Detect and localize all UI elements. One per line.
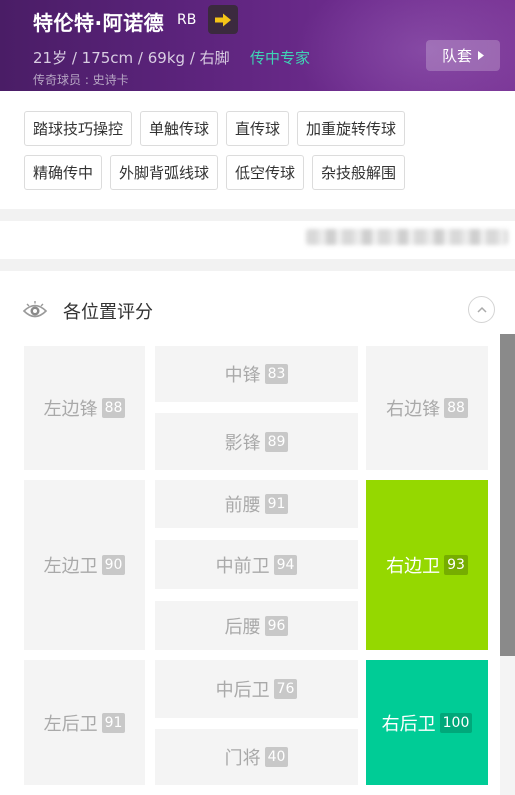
position-name: 中锋 <box>224 365 261 386</box>
skill-tag[interactable]: 低空传球 <box>226 155 305 190</box>
skill-tag[interactable]: 踏球技巧操控 <box>24 111 133 146</box>
position-name: 中后卫 <box>215 680 270 701</box>
position-score: 76 <box>273 679 298 699</box>
position-name: 右边卫 <box>386 556 441 577</box>
position-card-lw[interactable]: 左边锋 88 <box>24 346 145 470</box>
position-card-gk[interactable]: 门将 40 <box>155 729 358 785</box>
position-name: 中前卫 <box>215 555 270 577</box>
position-card-cb[interactable]: 中后卫 76 <box>155 660 358 718</box>
position-score: 93 <box>444 555 468 575</box>
position-score: 83 <box>264 364 289 384</box>
position-score: 88 <box>101 398 126 418</box>
section-divider <box>0 259 515 271</box>
position-name: 右边锋 <box>386 399 441 420</box>
position-card-rw[interactable]: 右边锋 88 <box>366 346 488 470</box>
position-card-st[interactable]: 中锋 83 <box>155 346 358 402</box>
skill-tag[interactable]: 杂技般解围 <box>312 155 406 190</box>
ratings-title: 各位置评分 <box>63 302 153 323</box>
position-score: 91 <box>101 712 126 733</box>
position-card-rwb[interactable]: 右后卫 100 <box>366 660 488 785</box>
section-divider <box>0 209 515 221</box>
position-name: 后腰 <box>224 616 261 638</box>
position-name: 前腰 <box>224 495 261 516</box>
player-name: 特伦特·阿诺德 <box>33 11 165 35</box>
skill-tags: 踏球技巧操控 单触传球 直传球 加重旋转传球 精确传中 外脚背弧线球 低空传球 … <box>24 111 494 199</box>
position-score: 91 <box>264 494 289 514</box>
skill-tag[interactable]: 直传球 <box>226 111 290 146</box>
position-card-ss[interactable]: 影锋 89 <box>155 413 358 470</box>
position-name: 左边卫 <box>43 556 98 577</box>
position-score: 96 <box>264 615 289 636</box>
position-score: 100 <box>439 712 473 733</box>
skill-row-1: 踏球技巧操控 单触传球 直传球 加重旋转传球 <box>24 111 494 146</box>
position-score: 90 <box>101 555 126 575</box>
caret-right-icon <box>478 51 484 60</box>
skill-tag[interactable]: 加重旋转传球 <box>297 111 406 146</box>
kit-button-label: 队套 <box>441 47 472 65</box>
chevron-up-icon <box>476 306 487 313</box>
blurred-text <box>306 229 508 245</box>
eye-icon <box>22 301 48 318</box>
position-name: 门将 <box>224 748 261 769</box>
position-score: 40 <box>264 747 289 767</box>
player-specialty[interactable]: 传中专家 <box>250 47 310 68</box>
kit-button[interactable]: 队套 <box>426 40 500 71</box>
arrow-right-icon <box>215 13 231 26</box>
position-score: 89 <box>264 431 289 452</box>
skill-row-2: 精确传中 外脚背弧线球 低空传球 杂技般解围 <box>24 155 494 190</box>
position-score: 94 <box>273 554 298 575</box>
position-name: 左后卫 <box>43 713 98 735</box>
player-info: 21岁 / 175cm / 69kg / 右脚 <box>33 49 230 67</box>
position-card-rb[interactable]: 右边卫 93 <box>366 480 488 650</box>
player-header: 特伦特·阿诺德 RB 21岁 / 175cm / 69kg / 右脚 传中专家 … <box>0 0 515 91</box>
card-type-label: 传奇球员 : 史诗卡 <box>33 73 129 87</box>
position-card-lwb[interactable]: 左后卫 91 <box>24 660 145 785</box>
skill-tag[interactable]: 外脚背弧线球 <box>110 155 219 190</box>
position-card-cm[interactable]: 中前卫 94 <box>155 540 358 589</box>
player-position: RB <box>177 12 197 28</box>
position-card-cdm[interactable]: 后腰 96 <box>155 601 358 650</box>
position-card-cam[interactable]: 前腰 91 <box>155 480 358 528</box>
position-name: 右后卫 <box>381 713 436 735</box>
scrollbar-track[interactable] <box>500 656 515 795</box>
position-name: 影锋 <box>224 432 261 454</box>
ratings-section-header: 各位置评分 <box>22 296 498 326</box>
position-card-lb[interactable]: 左边卫 90 <box>24 480 145 650</box>
collapse-button[interactable] <box>468 296 495 323</box>
position-score: 88 <box>444 398 468 418</box>
skill-tag[interactable]: 单触传球 <box>140 111 219 146</box>
skill-tag[interactable]: 精确传中 <box>24 155 103 190</box>
arrow-right-button[interactable] <box>208 5 238 34</box>
scrollbar-thumb[interactable] <box>500 334 515 656</box>
position-name: 左边锋 <box>43 399 98 420</box>
